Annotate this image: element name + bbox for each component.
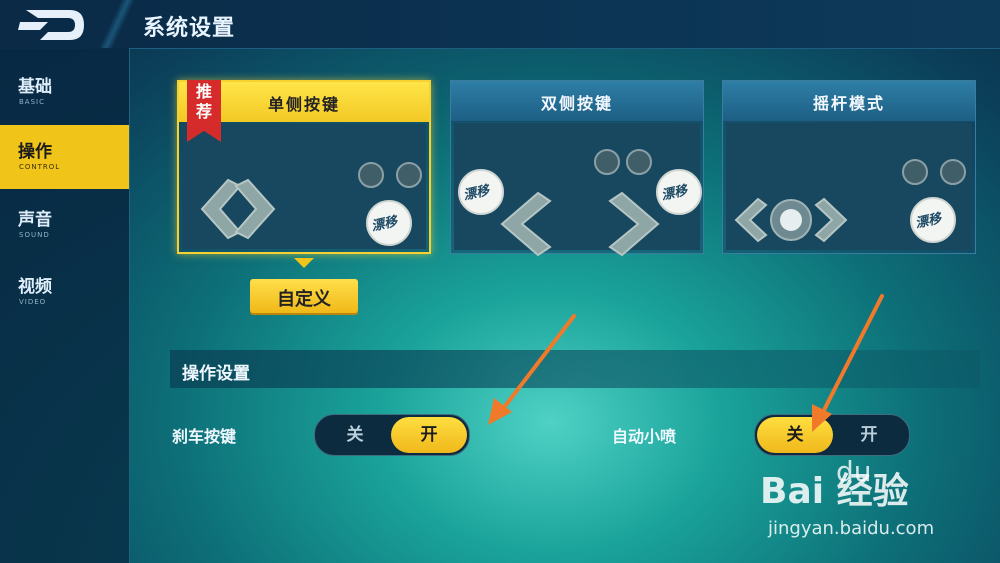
- annotation-arrow-icon: [812, 294, 884, 432]
- baidu-paw-icon: du: [836, 455, 872, 488]
- watermark-url: jingyan.baidu.com: [768, 518, 935, 539]
- recommended-label: 推荐: [195, 82, 212, 121]
- annotation-arrow-icon: [488, 314, 576, 425]
- baidu-watermark: Bai 经验: [760, 471, 909, 512]
